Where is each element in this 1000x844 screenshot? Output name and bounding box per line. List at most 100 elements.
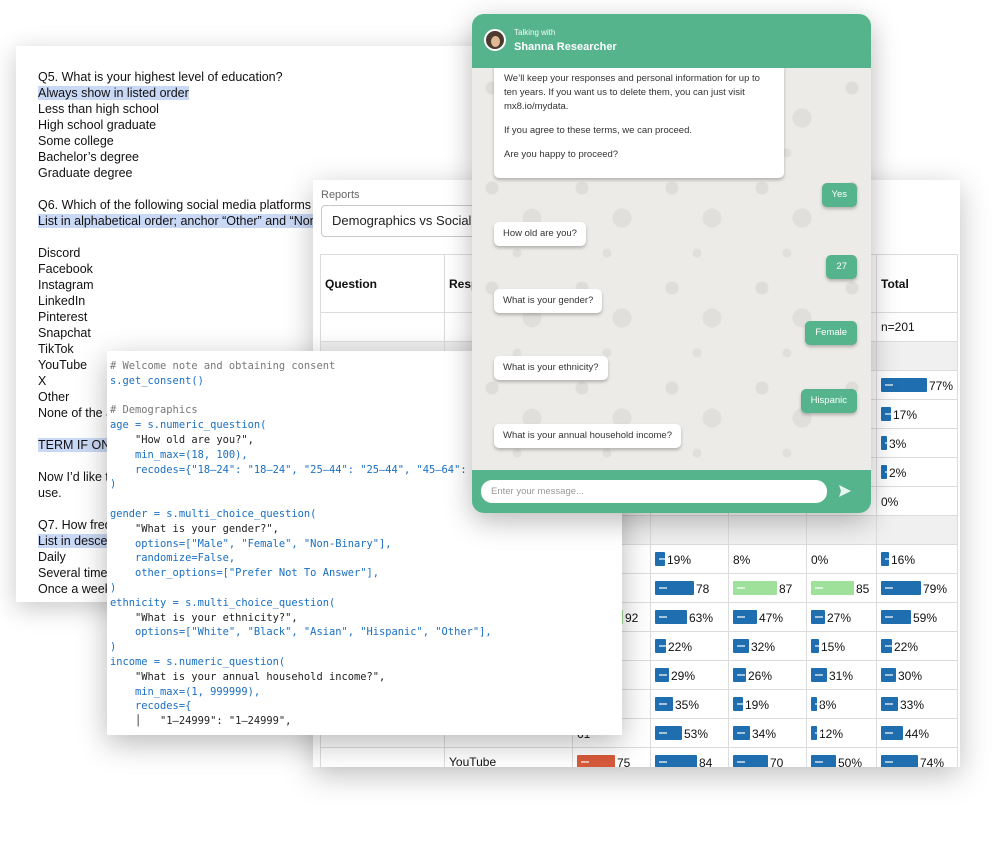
percent-label: 26%: [748, 668, 773, 683]
code-token: min_max=(1, 999999),: [110, 685, 261, 698]
percent-label: 0%: [881, 494, 899, 509]
response-label: YouTube: [444, 747, 573, 767]
chat-messages[interactable]: We’ll keep your responses and personal i…: [472, 68, 871, 470]
code-token: ): [110, 581, 117, 594]
percent-bar: [655, 610, 687, 625]
percent-label: 32%: [751, 639, 776, 654]
document-text: Now I’d like t: [38, 470, 109, 484]
percent-label: 22%: [894, 639, 919, 654]
table-row: YouTube 75 84 70 50% 74%: [320, 747, 959, 767]
percent-cell: 3%: [875, 428, 959, 458]
document-text: Snapchat: [38, 326, 91, 340]
document-text: YouTube: [38, 358, 88, 372]
percent-cell: 34%: [728, 718, 807, 748]
code-token: "What is your annual household income?",: [110, 670, 386, 683]
chat-window: Talking with Shanna Researcher We’ll kee…: [472, 14, 871, 513]
code-token: │ "1–24999": "1–24999",: [110, 715, 292, 728]
percent-bar: [881, 552, 893, 567]
percent-bar: [881, 668, 896, 683]
send-icon[interactable]: [837, 483, 853, 499]
percent-label: 92: [625, 610, 639, 625]
percent-bar: [655, 697, 673, 712]
percent-cell: 31%: [806, 660, 877, 690]
document-text: Pinterest: [38, 310, 88, 324]
instruction-highlight: Always show in listed order: [38, 86, 189, 100]
code-line: income = s.numeric_question(: [110, 655, 622, 670]
percent-cell: 22%: [650, 631, 729, 661]
code-token: min_max=(18, 100),: [110, 448, 248, 461]
percent-bar: [881, 378, 927, 393]
percent-bar: [881, 581, 921, 596]
percent-bar: [881, 465, 893, 480]
percent-cell: 33%: [875, 689, 959, 719]
percent-bar: [733, 639, 749, 654]
document-text: use.: [38, 486, 62, 500]
percent-cell: 27%: [806, 602, 877, 632]
percent-bar: [881, 639, 893, 654]
percent-bar: [733, 755, 768, 767]
percent-bar: [881, 610, 911, 625]
code-line: "What is your gender?",: [110, 522, 622, 537]
percent-bar: [881, 726, 903, 741]
document-text: Graduate degree: [38, 166, 133, 180]
user-message: Female: [805, 321, 857, 345]
percent-bar: [577, 755, 615, 767]
percent-cell: 0%: [806, 544, 877, 574]
percent-label: 27%: [827, 610, 852, 625]
percent-bar: [811, 581, 854, 596]
percent-label: 85: [856, 581, 870, 596]
agent-name: Shanna Researcher: [514, 41, 617, 53]
percent-cell: 35%: [650, 689, 729, 719]
document-text: TikTok: [38, 342, 74, 356]
code-line: recodes={: [110, 699, 622, 714]
code-token: "What is your gender?",: [110, 522, 279, 535]
percent-cell: 26%: [728, 660, 807, 690]
percent-bar: [881, 755, 918, 767]
percent-bar: [655, 668, 669, 683]
percent-cell: 87: [728, 573, 807, 603]
percent-cell: 75: [572, 747, 651, 767]
percent-label: 35%: [675, 697, 700, 712]
percent-bar: [733, 581, 777, 596]
code-line: ): [110, 640, 622, 655]
instruction-highlight: List in descen: [38, 534, 115, 548]
percent-bar: [655, 755, 697, 767]
consent-text-2: If you agree to these terms, we can proc…: [504, 125, 692, 136]
document-text: None of the a: [38, 406, 114, 420]
percent-label: 15%: [821, 639, 846, 654]
percent-bar: [881, 436, 893, 451]
code-line: other_options=["Prefer Not To Answer"],: [110, 566, 622, 581]
message-input[interactable]: [481, 480, 827, 503]
percent-bar: [881, 697, 898, 712]
percent-bar: [655, 581, 694, 596]
code-token: s.get_consent(): [110, 374, 204, 387]
percent-cell: 30%: [875, 660, 959, 690]
percent-cell: 53%: [650, 718, 729, 748]
document-text: Less than high school: [38, 102, 159, 116]
percent-label: 63%: [689, 610, 714, 625]
percent-label: 70: [770, 755, 784, 767]
code-token: gender = s.multi_choice_question(: [110, 507, 317, 520]
code-line: ethnicity = s.multi_choice_question(: [110, 596, 622, 611]
document-text: LinkedIn: [38, 294, 86, 308]
percent-cell: 70: [728, 747, 807, 767]
code-line: ): [110, 581, 622, 596]
code-token: # Welcome note and obtaining consent: [110, 360, 336, 372]
percent-cell: 32%: [728, 631, 807, 661]
percent-cell: 8%: [728, 544, 807, 574]
percent-cell: 15%: [806, 631, 877, 661]
percent-label: 29%: [671, 668, 696, 683]
percent-bar: [811, 668, 827, 683]
percent-cell: 47%: [728, 602, 807, 632]
col-question-header: Question: [320, 254, 445, 313]
percent-label: 22%: [668, 639, 693, 654]
percent-label: 31%: [829, 668, 854, 683]
percent-label: 78: [696, 581, 710, 596]
percent-bar: [733, 668, 746, 683]
percent-cell: 74%: [875, 747, 959, 767]
researcher-message: How old are you?: [494, 222, 586, 246]
code-token: ): [110, 478, 117, 491]
researcher-message: What is your gender?: [494, 289, 603, 313]
user-message: 27: [826, 255, 857, 279]
code-line: "What is your ethnicity?",: [110, 611, 622, 626]
